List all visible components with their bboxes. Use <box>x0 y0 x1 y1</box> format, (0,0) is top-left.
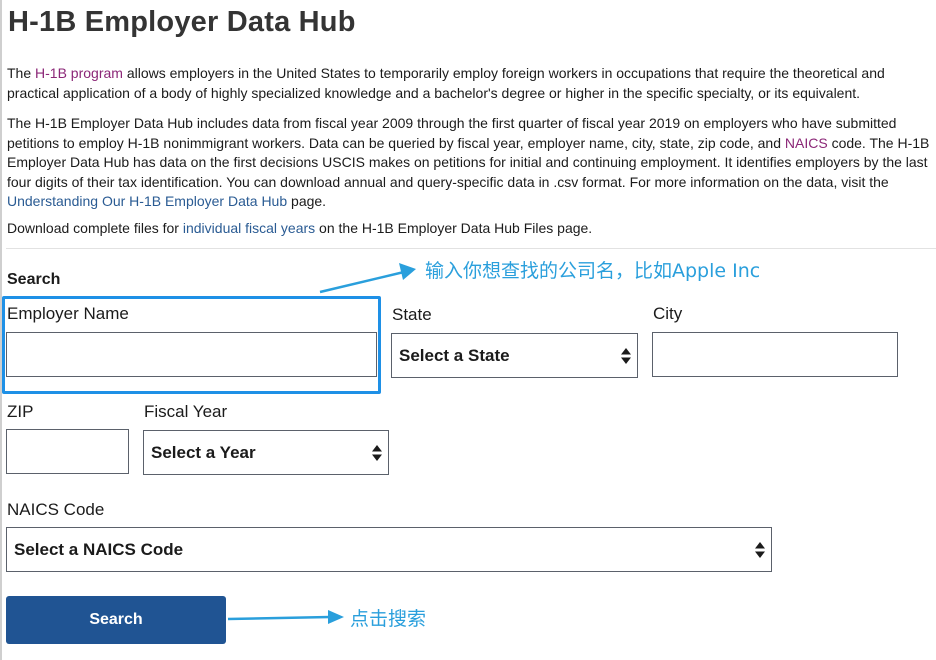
up-down-caret-icon <box>755 542 765 558</box>
zip-label: ZIP <box>7 402 34 421</box>
individual-fiscal-years-link[interactable]: individual fiscal years <box>183 220 315 236</box>
state-select-value: Select a State <box>399 345 510 365</box>
page-title: H-1B Employer Data Hub <box>8 6 356 38</box>
search-annotation: 点击搜索 <box>350 608 427 630</box>
arrow-icon <box>227 610 344 624</box>
naics-code-select-value: Select a NAICS Code <box>14 539 184 559</box>
section-divider <box>6 248 936 249</box>
search-button[interactable]: Search <box>6 596 226 644</box>
fiscal-year-select[interactable]: Select a Year <box>143 430 389 475</box>
arrow-icon <box>319 263 416 294</box>
intro-paragraph-2: The H-1B Employer Data Hub includes data… <box>7 115 930 209</box>
intro-paragraph-1: The H-1B program allows employers in the… <box>7 65 885 101</box>
up-down-caret-icon <box>621 348 631 364</box>
state-label: State <box>392 305 432 324</box>
employer-name-input[interactable] <box>6 332 377 377</box>
naics-code-select[interactable]: Select a NAICS Code <box>6 527 772 572</box>
fiscal-year-label: Fiscal Year <box>144 402 228 421</box>
city-label: City <box>653 304 683 323</box>
naics-link[interactable]: NAICS <box>785 135 828 151</box>
employer-name-annotation: 输入你想查找的公司名，比如Apple Inc <box>425 260 761 282</box>
h1b-program-link[interactable]: H-1B program <box>35 65 123 81</box>
understanding-data-hub-link[interactable]: Understanding Our H-1B Employer Data Hub <box>7 193 287 209</box>
state-select[interactable]: Select a State <box>391 333 638 378</box>
up-down-caret-icon <box>372 445 382 461</box>
zip-input[interactable] <box>6 429 129 474</box>
search-section-label: Search <box>7 271 61 288</box>
city-input[interactable] <box>652 332 898 377</box>
intro-paragraph-3: Download complete files for individual f… <box>7 220 593 236</box>
employer-name-label: Employer Name <box>7 304 129 323</box>
fiscal-year-select-value: Select a Year <box>151 442 256 462</box>
naics-code-label: NAICS Code <box>7 500 105 519</box>
